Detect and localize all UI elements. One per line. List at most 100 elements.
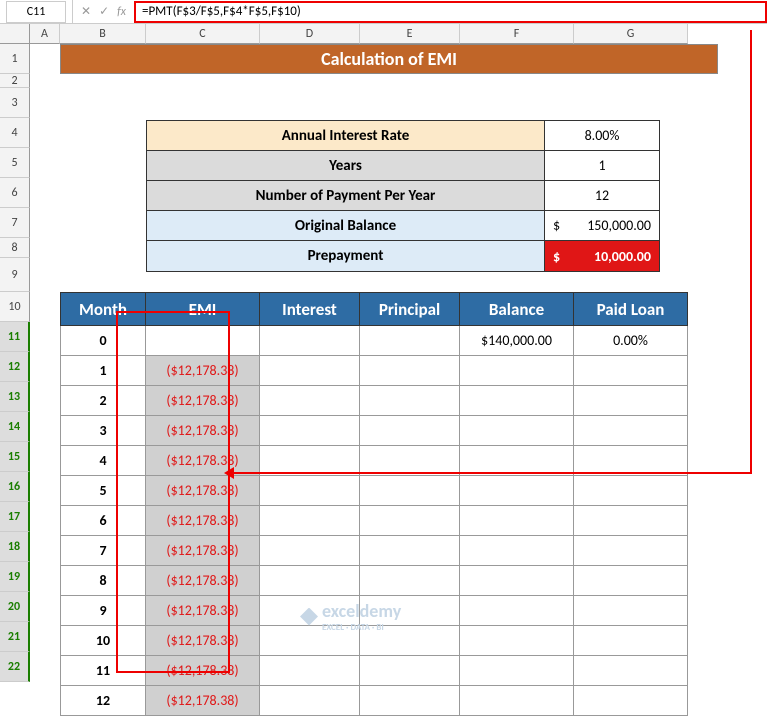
cell-principal[interactable] [360, 506, 460, 536]
row-7[interactable]: 7 [0, 208, 30, 238]
cell-month[interactable]: 11 [60, 656, 146, 686]
select-all-corner[interactable] [0, 24, 30, 44]
col-F[interactable]: F [460, 24, 574, 44]
cell-balance[interactable] [460, 566, 574, 596]
cell-interest[interactable] [260, 476, 360, 506]
row-1[interactable]: 1 [0, 44, 30, 74]
cell-emi[interactable]: ($12,178.38) [146, 626, 260, 656]
cell-paid[interactable] [574, 476, 688, 506]
cell-principal[interactable] [360, 356, 460, 386]
row-4[interactable]: 4 [0, 118, 30, 148]
cell-emi[interactable]: ($12,178.38) [146, 356, 260, 386]
cell-balance[interactable] [460, 626, 574, 656]
cell-month[interactable]: 9 [60, 596, 146, 626]
col-C[interactable]: C [146, 24, 260, 44]
cell-principal[interactable] [360, 656, 460, 686]
row-14[interactable]: 14 [0, 412, 30, 442]
npay-val[interactable]: 12 [545, 181, 659, 210]
table-row[interactable]: 6($12,178.38) [60, 506, 718, 536]
cell-balance[interactable] [460, 506, 574, 536]
cell-month[interactable]: 7 [60, 536, 146, 566]
cell-emi[interactable]: ($12,178.38) [146, 476, 260, 506]
cell-interest[interactable] [260, 656, 360, 686]
cell-balance[interactable] [460, 596, 574, 626]
cell-paid[interactable] [574, 656, 688, 686]
cell-interest[interactable] [260, 326, 360, 356]
table-row[interactable]: 1($12,178.38) [60, 356, 718, 386]
row-22[interactable]: 22 [0, 652, 30, 682]
row-12[interactable]: 12 [0, 352, 30, 382]
table-row[interactable]: 11($12,178.38) [60, 656, 718, 686]
cell-balance[interactable] [460, 356, 574, 386]
table-row[interactable]: 3($12,178.38) [60, 416, 718, 446]
cell-emi[interactable]: ($12,178.38) [146, 686, 260, 716]
col-E[interactable]: E [360, 24, 460, 44]
cell-month[interactable]: 2 [60, 386, 146, 416]
cell-emi[interactable] [146, 326, 260, 356]
row-15[interactable]: 15 [0, 442, 30, 472]
col-A[interactable]: A [30, 24, 60, 44]
cell-interest[interactable] [260, 506, 360, 536]
cell-principal[interactable] [360, 686, 460, 716]
cell-interest[interactable] [260, 416, 360, 446]
cancel-icon[interactable]: ✕ [81, 4, 91, 19]
cell-balance[interactable] [460, 416, 574, 446]
cell-principal[interactable] [360, 416, 460, 446]
table-row[interactable]: 8($12,178.38) [60, 566, 718, 596]
cell-month[interactable]: 3 [60, 416, 146, 446]
cell-emi[interactable]: ($12,178.38) [146, 536, 260, 566]
cell-principal[interactable] [360, 476, 460, 506]
table-row[interactable]: 5($12,178.38) [60, 476, 718, 506]
row-9[interactable]: 9 [0, 258, 30, 292]
col-G[interactable]: G [574, 24, 688, 44]
row-3[interactable]: 3 [0, 88, 30, 118]
cell-emi[interactable]: ($12,178.38) [146, 596, 260, 626]
row-11[interactable]: 11 [0, 322, 30, 352]
row-16[interactable]: 16 [0, 472, 30, 502]
cell-month[interactable]: 12 [60, 686, 146, 716]
cell-paid[interactable] [574, 686, 688, 716]
cell-balance[interactable]: $140,000.00 [460, 326, 574, 356]
cell-emi[interactable]: ($12,178.38) [146, 386, 260, 416]
cell-principal[interactable] [360, 536, 460, 566]
cell-balance[interactable] [460, 536, 574, 566]
cell-balance[interactable] [460, 656, 574, 686]
cell-paid[interactable] [574, 356, 688, 386]
cell-interest[interactable] [260, 386, 360, 416]
cell-balance[interactable] [460, 686, 574, 716]
formula-input[interactable]: =PMT(F$3/F$5,F$4*F$5,F$10) [134, 1, 767, 23]
row-17[interactable]: 17 [0, 502, 30, 532]
cell-month[interactable]: 0 [60, 326, 146, 356]
confirm-icon[interactable]: ✓ [99, 4, 109, 19]
cell-paid[interactable] [574, 626, 688, 656]
table-row[interactable]: 7($12,178.38) [60, 536, 718, 566]
cell-interest[interactable] [260, 686, 360, 716]
years-val[interactable]: 1 [545, 151, 659, 180]
table-row[interactable]: 0 $140,000.000.00% [60, 326, 718, 356]
cell-month[interactable]: 4 [60, 446, 146, 476]
table-row[interactable]: 12($12,178.38) [60, 686, 718, 716]
row-20[interactable]: 20 [0, 592, 30, 622]
cell-paid[interactable] [574, 506, 688, 536]
cell-month[interactable]: 6 [60, 506, 146, 536]
table-row[interactable]: 2($12,178.38) [60, 386, 718, 416]
cell-paid[interactable]: 0.00% [574, 326, 688, 356]
row-10[interactable]: 10 [0, 292, 30, 322]
cell-interest[interactable] [260, 536, 360, 566]
cell-paid[interactable] [574, 536, 688, 566]
cell-interest[interactable] [260, 566, 360, 596]
cell-balance[interactable] [460, 476, 574, 506]
cell-emi[interactable]: ($12,178.38) [146, 566, 260, 596]
cell-paid[interactable] [574, 416, 688, 446]
col-B[interactable]: B [60, 24, 146, 44]
row-6[interactable]: 6 [0, 178, 30, 208]
row-13[interactable]: 13 [0, 382, 30, 412]
prepay-val[interactable]: $ 10,000.00 [545, 241, 659, 271]
cell-month[interactable]: 10 [60, 626, 146, 656]
cell-paid[interactable] [574, 386, 688, 416]
row-21[interactable]: 21 [0, 622, 30, 652]
name-box[interactable]: C11 [6, 1, 66, 23]
cell-paid[interactable] [574, 596, 688, 626]
col-D[interactable]: D [260, 24, 360, 44]
cell-month[interactable]: 1 [60, 356, 146, 386]
